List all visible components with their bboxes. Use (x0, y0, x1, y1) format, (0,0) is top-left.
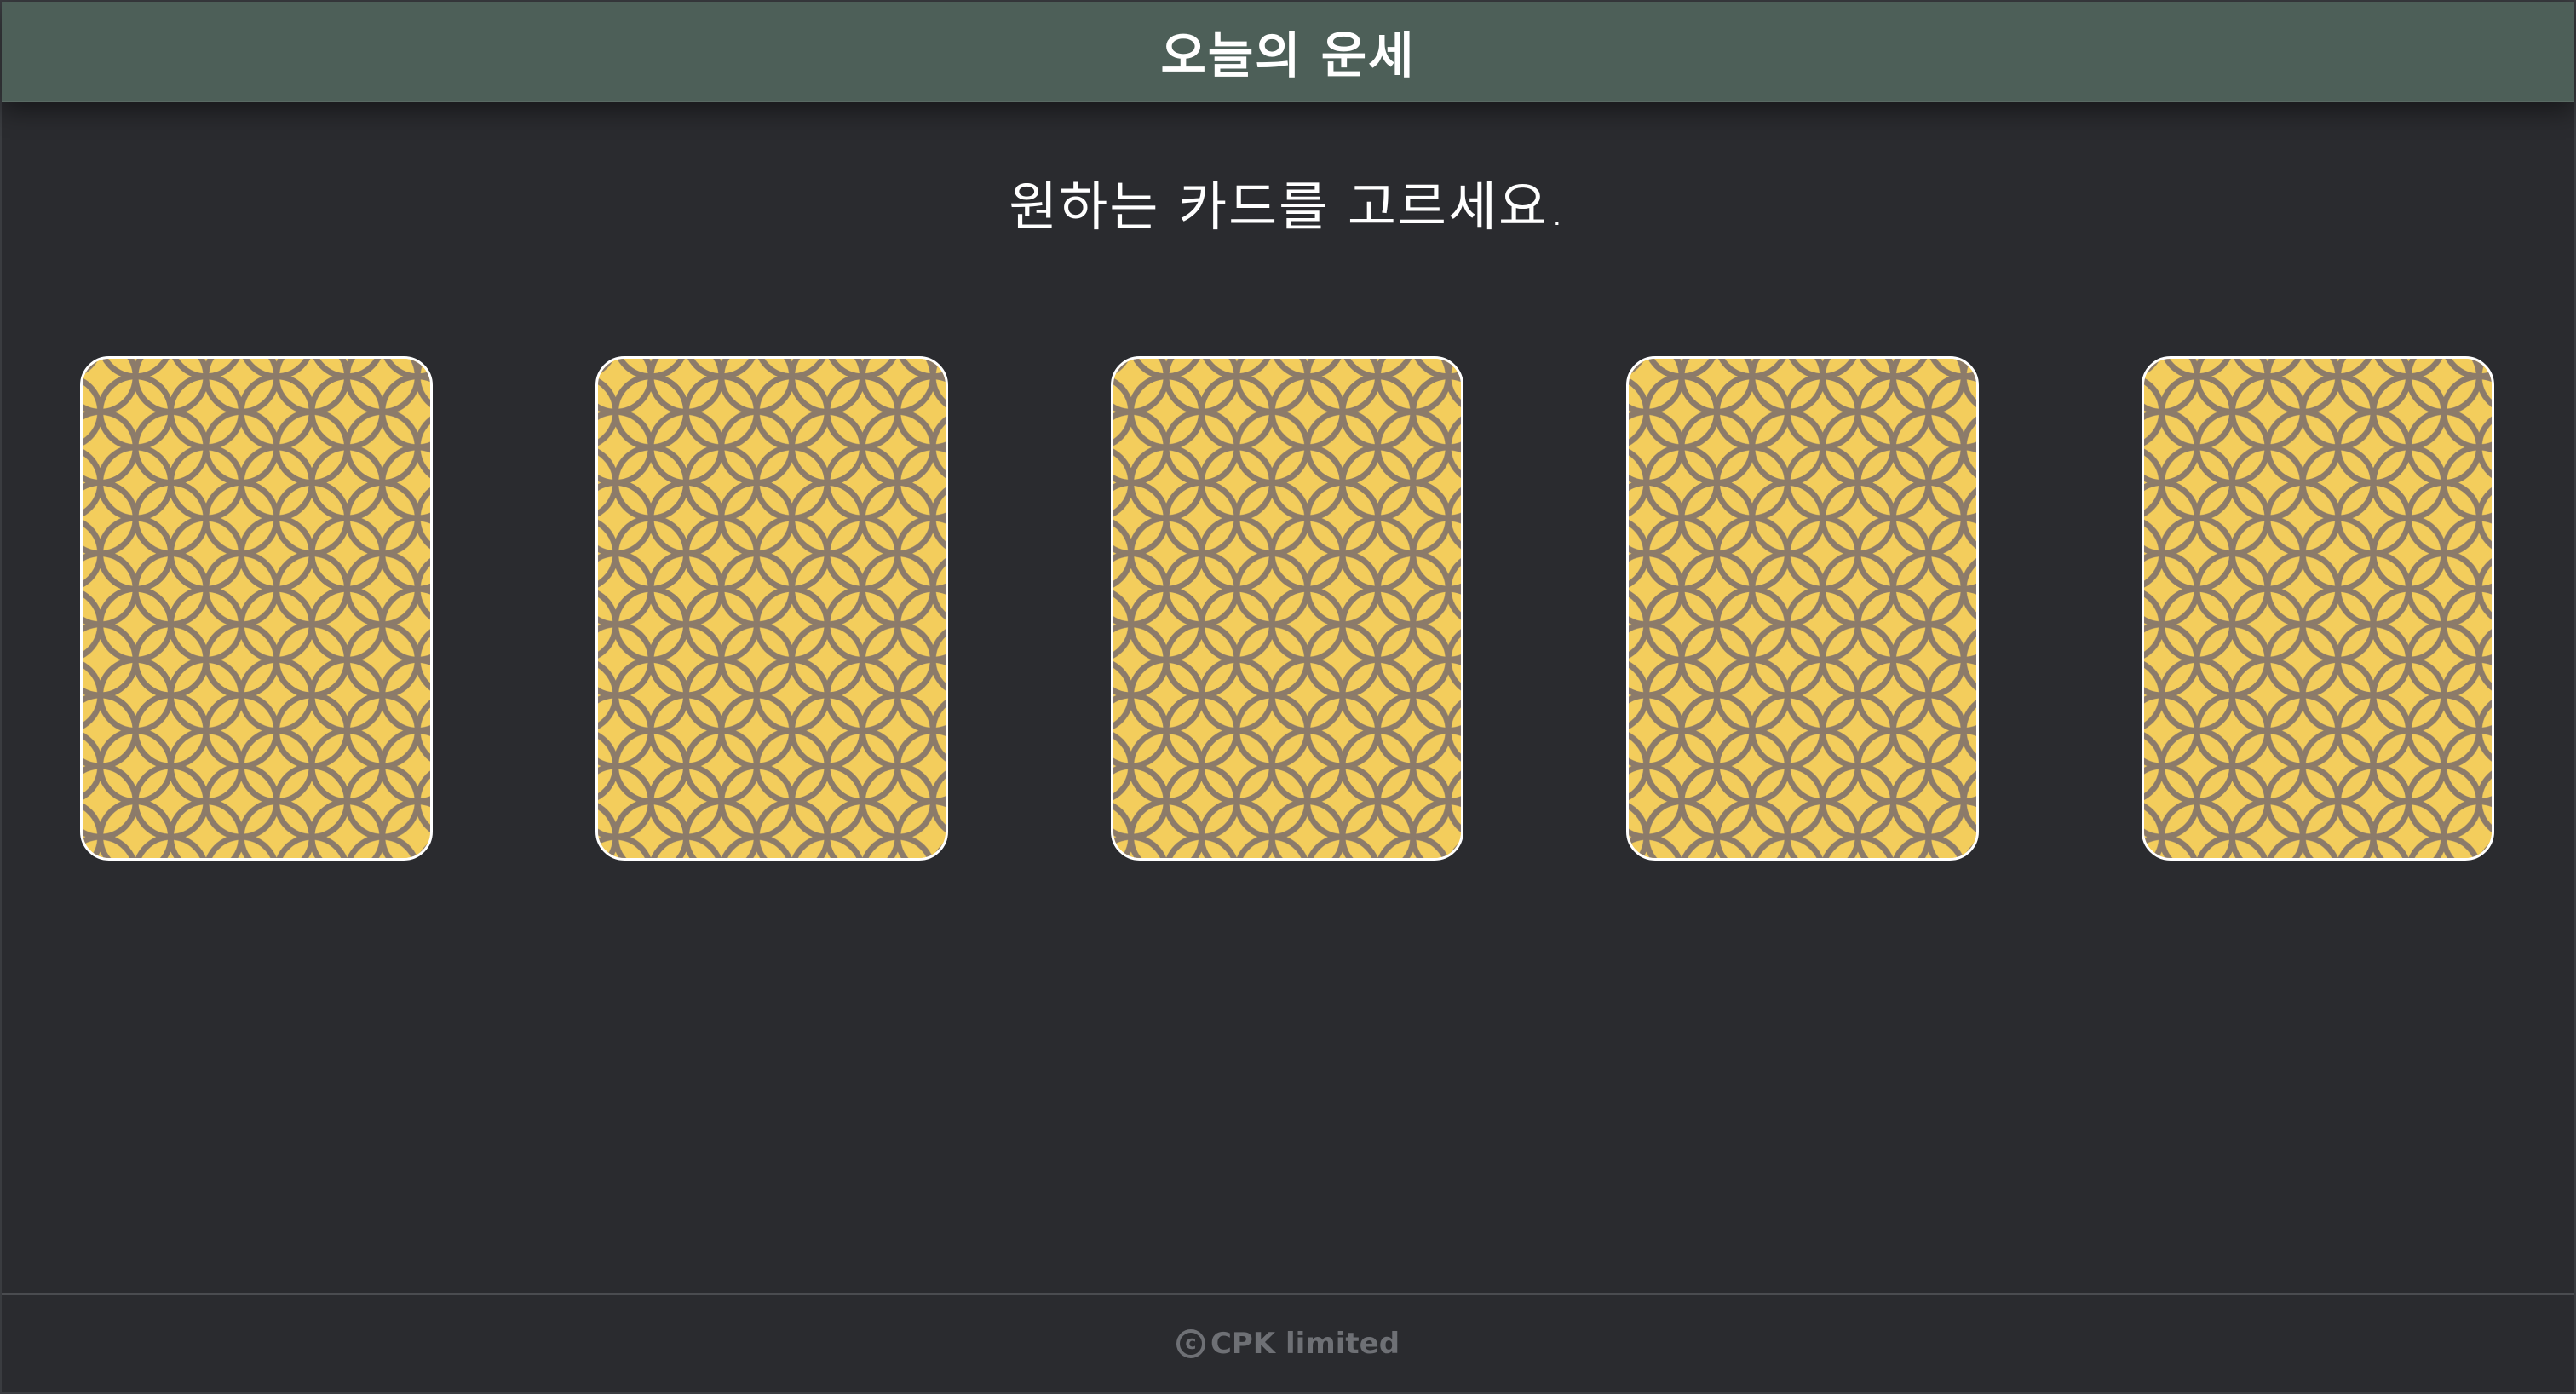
fortune-card-5[interactable] (2142, 356, 2494, 861)
fortune-card-3[interactable] (1111, 356, 1463, 861)
instruction-text: 원하는 카드를 고르세요. (1009, 176, 1567, 238)
page-title: 오늘의 운세 (1160, 26, 1416, 84)
app-header: 오늘의 운세 (2, 2, 2574, 102)
fortune-card-1[interactable] (80, 356, 433, 861)
card-row (2, 356, 2574, 864)
app-footer: c CPK limited (2, 1293, 2574, 1392)
card-back-pattern-icon (598, 359, 946, 858)
card-back-pattern-icon (83, 359, 430, 858)
card-back-pattern-icon (1113, 359, 1461, 858)
card-back-pattern-icon (2144, 359, 2492, 858)
copyright-notice: c CPK limited (1176, 1327, 1400, 1361)
company-name: CPK limited (1210, 1327, 1400, 1361)
fortune-card-4[interactable] (1626, 356, 1979, 861)
fortune-card-2[interactable] (595, 356, 948, 861)
copyright-icon: c (1176, 1329, 1205, 1358)
card-back-pattern-icon (1629, 359, 1976, 858)
